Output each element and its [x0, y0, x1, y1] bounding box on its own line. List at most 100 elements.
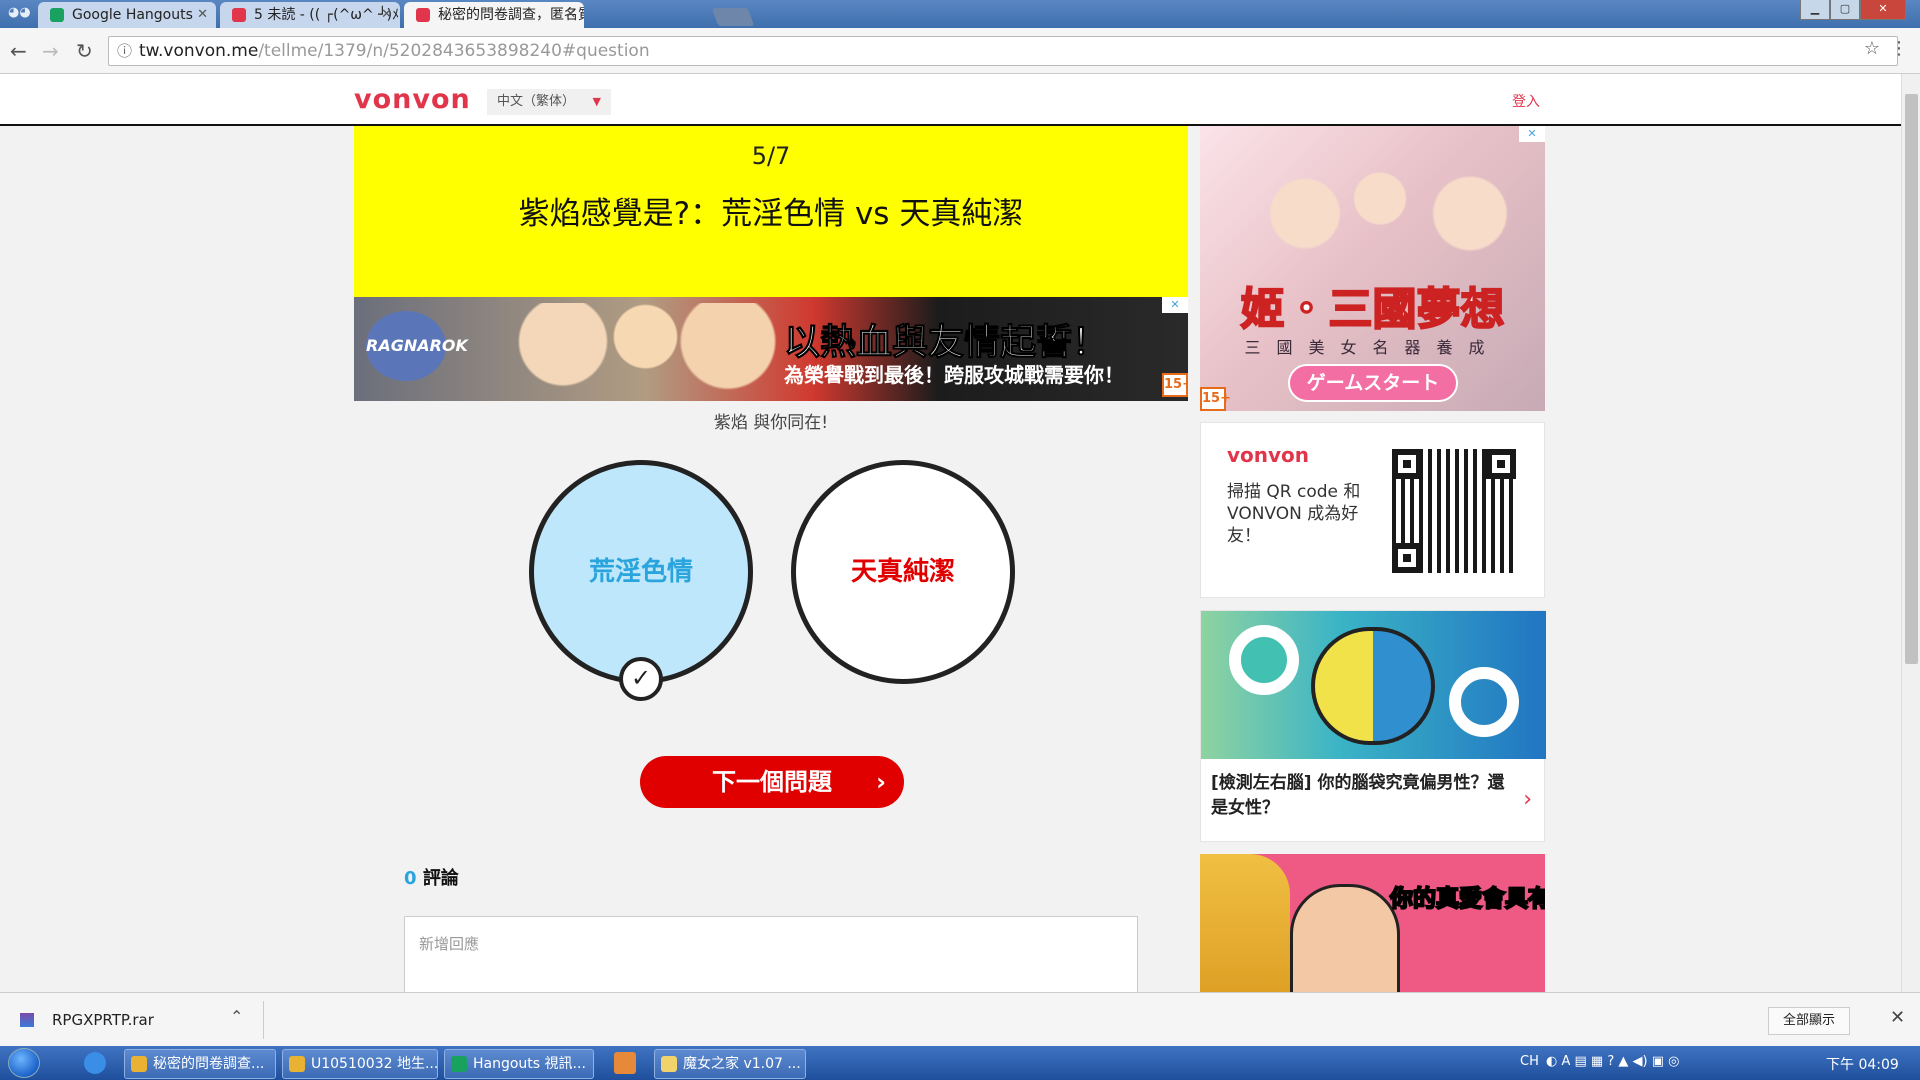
sidebar-ad[interactable]: 姬・三國夢想 三國美女名器養成 ゲームスタート ✕ 15+ [1200, 126, 1545, 411]
comment-input[interactable]: 新增回應 [404, 916, 1138, 992]
back-icon[interactable]: ← [10, 39, 27, 63]
option-b-button[interactable]: 天真純潔 [791, 460, 1015, 684]
question-box: 5/7 紫焰感覺是?：荒淫色情 vs 天真純潔 [354, 126, 1188, 297]
folder-icon [661, 1056, 677, 1072]
language-label: 中文（繁体） [497, 94, 576, 109]
bookmark-star-icon[interactable]: ☆ [1864, 38, 1880, 59]
next-question-label: 下一個問題 [712, 768, 832, 796]
hangouts-icon [50, 8, 64, 22]
ad-characters-image [464, 303, 794, 399]
taskbar-button-witch-house[interactable]: 魔女之家 v1.07 ... [654, 1049, 806, 1079]
tab-title: 5 未読 - (( ┌(^ω^ ┘)ﾒ(ﾟ [254, 7, 400, 23]
divider [263, 1001, 264, 1039]
show-all-downloads-button[interactable]: 全部顯示 [1768, 1007, 1851, 1035]
maximize-button[interactable]: ▢ [1830, 0, 1860, 20]
vonvon-logo[interactable]: vonvon [354, 84, 471, 115]
browser-toolbar: ← → ↻ ⓘ tw.vonvon.me/tellme/1379/n/52028… [0, 28, 1920, 74]
chevron-down-icon: ▼ [592, 95, 601, 108]
download-bar: RPGXPRTP.rar ⌃ 全部顯示 ✕ [0, 992, 1920, 1046]
system-tray-icons[interactable]: ◐ A ▤ ▦ ? ▲ ◀) ▣ ◎ [1546, 1054, 1679, 1069]
minimize-button[interactable]: ▁ [1800, 0, 1830, 20]
together-text: 紫焰 與你同在! [713, 413, 829, 433]
rating-badge: 15+ [1162, 373, 1188, 397]
male-symbol-icon [1449, 667, 1519, 737]
ie-icon[interactable] [84, 1052, 106, 1074]
tab-vonvon[interactable]: 秘密的問卷調查，匿名質 ✕ [404, 2, 584, 28]
chevron-right-icon: › [876, 768, 886, 796]
ad-close-icon[interactable]: ✕ [1519, 126, 1545, 142]
qr-finder [1392, 543, 1422, 573]
url-host: tw.vonvon.me [139, 41, 259, 61]
info-icon[interactable]: ⓘ [117, 37, 132, 65]
ad-subtitle: 三國美女名器養成 [1244, 338, 1501, 357]
brain-test-caption: [檢測左右腦] 你的腦袋究竟偏男性？還是女性？ [1211, 773, 1505, 818]
language-indicator[interactable]: CH [1520, 1054, 1539, 1069]
tab-close-icon[interactable]: ✕ [197, 2, 208, 28]
comments-heading: 0 評論 [404, 864, 459, 890]
brain-test-card[interactable]: [檢測左右腦] 你的腦袋究竟偏男性？還是女性？ › [1200, 610, 1546, 842]
chrome-icon [289, 1056, 305, 1072]
address-bar[interactable]: ⓘ tw.vonvon.me/tellme/1379/n/52028436538… [108, 36, 1898, 66]
clock[interactable]: 下午 04:09 [1826, 1054, 1899, 1074]
qr-code-image [1392, 449, 1516, 573]
rar-file-icon [20, 1013, 34, 1027]
left-brain-icon [1311, 627, 1373, 745]
browser-menu-icon[interactable]: ⋮ [1890, 38, 1908, 59]
start-button[interactable] [8, 1048, 40, 1078]
windows-taskbar: 秘密的問卷調查... U10510032 地生... Hangouts 視訊..… [0, 1046, 1920, 1080]
p-icon [232, 8, 246, 22]
tab-title: 秘密的問卷調查，匿名質 [438, 7, 584, 23]
reload-icon[interactable]: ↻ [76, 39, 93, 63]
taskbar-label: 秘密的問卷調查... [153, 1056, 265, 1072]
question-text: 紫焰感覺是?：荒淫色情 vs 天真純潔 [518, 196, 1024, 232]
forward-icon[interactable]: → [42, 39, 59, 63]
woman-illustration [1200, 854, 1290, 992]
banner-subline: 為榮譽戰到最後！跨服攻城戰需要你！ [784, 363, 1124, 387]
man-illustration [1290, 884, 1400, 992]
chevron-right-icon: › [1523, 787, 1532, 812]
ad-title: 姬・三國夢想 [1240, 283, 1506, 336]
taskbar-button-survey[interactable]: 秘密的問卷調查... [124, 1049, 276, 1079]
download-filename: RPGXPRTP.rar [52, 1011, 154, 1029]
download-item[interactable]: RPGXPRTP.rar [20, 1011, 154, 1029]
comment-count: 0 [404, 868, 417, 889]
rating-badge: 15+ [1200, 387, 1231, 411]
taskbar-label: Hangouts 視訊... [473, 1056, 586, 1072]
ad-start-button[interactable]: ゲームスタート [1288, 364, 1458, 402]
banner-headline: 以熱血與友情起誓！ [783, 322, 1109, 364]
url-path: /tellme/1379/n/5202843653898240#question [258, 41, 650, 61]
language-select[interactable]: 中文（繁体） ▼ [487, 89, 611, 115]
close-download-bar-icon[interactable]: ✕ [1890, 1007, 1905, 1028]
media-player-icon[interactable] [614, 1052, 636, 1074]
comment-placeholder: 新增回應 [419, 935, 480, 953]
tab-google-hangouts[interactable]: Google Hangouts ✕ [38, 2, 216, 28]
ad-close-icon[interactable]: ✕ [1162, 297, 1188, 313]
question-progress: 5/7 [751, 142, 791, 170]
female-symbol-icon [1229, 625, 1299, 695]
tab-close-icon[interactable]: ✕ [565, 2, 576, 28]
scroll-thumb[interactable] [1905, 94, 1918, 664]
login-link[interactable]: 登入 [1512, 91, 1540, 111]
close-window-button[interactable]: ✕ [1860, 0, 1906, 20]
new-tab-button[interactable] [711, 8, 755, 26]
page-viewport: vonvon 中文（繁体） ▼ 登入 5/7 紫焰感覺是?：荒淫色情 vs 天真… [0, 74, 1901, 992]
qr-card: vonvon 掃描 QR code 和 VONVON 成為好友！ [1200, 422, 1545, 598]
ragnarok-logo: RAGNAROK [366, 311, 468, 381]
hangouts-icon [451, 1056, 467, 1072]
quiz-main: 5/7 紫焰感覺是?：荒淫色情 vs 天真純潔 RAGNAROK 以熱血與友情起… [354, 126, 1188, 992]
vonvon-icon [416, 8, 430, 22]
page-scrollbar[interactable] [1901, 74, 1920, 992]
option-a-button[interactable]: 荒淫色情 [529, 460, 753, 684]
comments-label: 評論 [422, 868, 459, 889]
chevron-up-icon[interactable]: ⌃ [230, 1007, 243, 1026]
next-question-button[interactable]: 下一個問題 › [640, 756, 904, 808]
taskbar-button-u10510032[interactable]: U10510032 地生... [282, 1049, 438, 1079]
taskbar-button-hangouts[interactable]: Hangouts 視訊... [444, 1049, 594, 1079]
banner-ad[interactable]: RAGNAROK 以熱血與友情起誓！ 為榮譽戰到最後！跨服攻城戰需要你！ ✕ 1… [354, 297, 1188, 401]
tab-unread[interactable]: 5 未読 - (( ┌(^ω^ ┘)ﾒ(ﾟ ✕ [220, 2, 400, 28]
right-brain-icon [1373, 627, 1435, 745]
checkmark-icon: ✓ [619, 657, 663, 701]
true-love-caption: 你的真愛會具有哪三個特質 [1389, 885, 1545, 913]
tab-close-icon[interactable]: ✕ [381, 2, 392, 28]
true-love-card[interactable]: 你的真愛會具有哪三個特質 [1200, 854, 1545, 992]
